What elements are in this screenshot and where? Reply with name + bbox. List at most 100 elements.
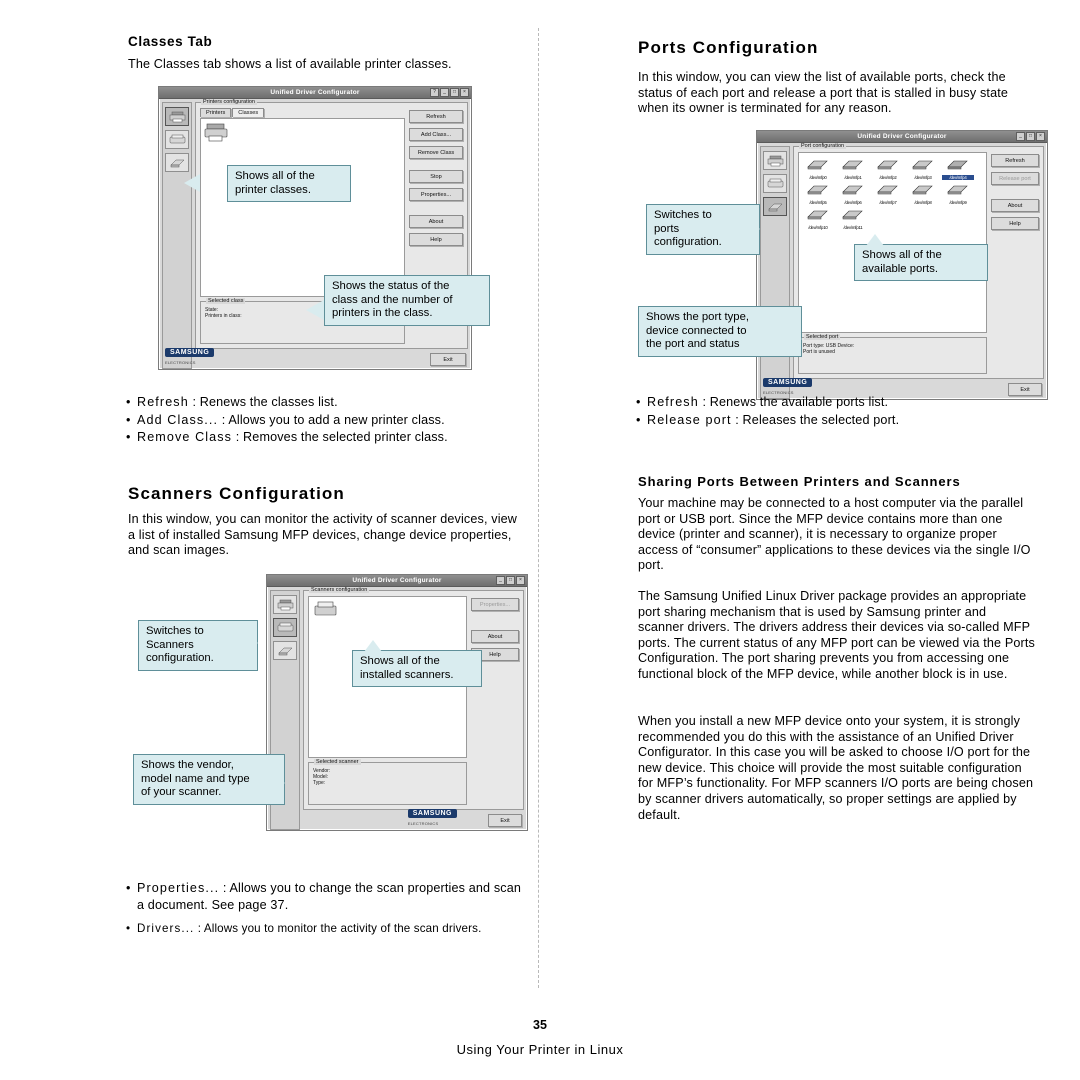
port-item-selected[interactable]: /dev/mfp4 <box>942 157 974 180</box>
bullet-refresh: Refresh : Renews the classes list. <box>126 394 546 411</box>
properties-button[interactable]: Properties... <box>471 598 519 611</box>
sidebar-item-ports[interactable] <box>165 153 189 172</box>
port-device-icon <box>807 160 828 170</box>
port-item[interactable]: /dev/mfp10 <box>802 207 834 230</box>
ports-icon <box>277 647 293 655</box>
exit-button[interactable]: Exit <box>488 814 522 827</box>
about-button[interactable]: About <box>471 630 519 643</box>
tab-printers[interactable]: Printers <box>200 108 232 117</box>
port-label: /dev/mfp10 <box>808 225 828 230</box>
port-item[interactable]: /dev/mfp5 <box>802 182 834 205</box>
bullet-properties: Properties... : Allows you to change the… <box>126 880 526 913</box>
selected-port-caption: Selected port <box>804 334 841 340</box>
port-device-icon <box>912 160 933 170</box>
port-item[interactable]: /dev/mfp6 <box>837 182 869 205</box>
callout-all-ports: Shows all of the available ports. <box>854 244 988 282</box>
ports-grid: /dev/mfp0 /dev/mfp1 /dev/mfp2 /dev/mfp3 … <box>799 153 986 234</box>
port-device-icon <box>807 185 828 195</box>
callout-port-type: Shows the port type, device connected to… <box>638 306 802 357</box>
refresh-button[interactable]: Refresh <box>991 154 1039 167</box>
scanner-icon <box>767 178 783 187</box>
port-device-icon <box>877 185 898 195</box>
brand-logo: SAMSUNG ELECTRONICS <box>165 341 215 365</box>
about-button[interactable]: About <box>409 215 463 228</box>
port-device-icon <box>842 160 863 170</box>
bullet-refresh-ports: Refresh : Renews the available ports lis… <box>636 394 1036 411</box>
window-title: Unified Driver Configurator <box>857 133 947 140</box>
sidebar-item-scanners[interactable] <box>763 174 787 193</box>
brand-logo: SAMSUNG ELECTRONICS <box>407 802 457 826</box>
port-device-icon <box>912 185 933 195</box>
minimize-icon[interactable]: _ <box>496 576 505 585</box>
port-item[interactable]: /dev/mfp2 <box>872 157 904 180</box>
callout-all-scanners: Shows all of the installed scanners. <box>352 650 482 688</box>
window-titlebar: Unified Driver Configurator ? _ □ × <box>159 87 471 99</box>
sidebar-item-ports[interactable] <box>763 197 787 216</box>
bullet-drivers: Drivers... : Allows you to monitor the a… <box>126 921 526 938</box>
callout-tail-vendor-model <box>269 774 285 792</box>
window-titlebar: Unified Driver Configurator _ □ × <box>267 575 527 587</box>
sharing-paragraph-2: The Samsung Unified Linux Driver package… <box>638 589 1035 681</box>
selected-class-caption: Selected class <box>206 298 246 304</box>
tab-classes[interactable]: Classes <box>232 108 265 117</box>
minimize-icon[interactable]: _ <box>440 88 449 97</box>
callout-classes-all: Shows all of the printer classes. <box>227 165 351 203</box>
sidebar-item-printers[interactable] <box>763 151 787 170</box>
configurator-sidebar <box>760 146 790 399</box>
sidebar-item-scanners[interactable] <box>273 618 297 637</box>
close-icon[interactable]: × <box>1036 132 1045 141</box>
brand-logo: SAMSUNG ELECTRONICS <box>763 371 813 395</box>
release-port-button[interactable]: Release port <box>991 172 1039 185</box>
port-label: /dev/mfp7 <box>879 200 897 205</box>
class-printer-icon[interactable] <box>204 122 230 142</box>
refresh-button[interactable]: Refresh <box>409 110 463 123</box>
sidebar-item-scanners[interactable] <box>165 130 189 149</box>
help-icon[interactable]: ? <box>430 88 439 97</box>
port-item[interactable]: /dev/mfp9 <box>942 182 974 205</box>
help-button[interactable]: Help <box>409 233 463 246</box>
scanners-bullet-list: Properties... : Allows you to change the… <box>126 880 526 939</box>
exit-button[interactable]: Exit <box>430 353 466 366</box>
callout-switches-scanners: Switches to Scanners configuration. <box>138 620 258 671</box>
sidebar-item-printers[interactable] <box>273 595 297 614</box>
port-item[interactable]: /dev/mfp8 <box>907 182 939 205</box>
sidebar-item-printers[interactable] <box>165 107 189 126</box>
scanners-configurator-window: Unified Driver Configurator _ □ × Scanne… <box>266 574 528 831</box>
window-title: Unified Driver Configurator <box>270 89 360 96</box>
brand-name: SAMSUNG <box>763 378 813 387</box>
scanner-device-icon[interactable] <box>313 601 339 621</box>
callout-tail-classes-all <box>184 174 200 192</box>
window-body: Printers configuration Printers Classes <box>159 99 471 372</box>
maximize-icon[interactable]: □ <box>450 88 459 97</box>
port-device-icon <box>947 160 968 170</box>
port-device-icon <box>877 160 898 170</box>
properties-button[interactable]: Properties... <box>409 188 463 201</box>
panel-caption: Printers configuration <box>201 99 257 105</box>
scanner-icon <box>277 622 293 631</box>
port-label: /dev/mfp11 <box>843 225 863 230</box>
port-item[interactable]: /dev/mfp0 <box>802 157 834 180</box>
close-icon[interactable]: × <box>460 88 469 97</box>
port-item[interactable]: /dev/mfp3 <box>907 157 939 180</box>
maximize-icon[interactable]: □ <box>1026 132 1035 141</box>
maximize-icon[interactable]: □ <box>506 576 515 585</box>
bullet-add-class: Add Class... : Allows you to add a new p… <box>126 412 546 429</box>
help-button[interactable]: Help <box>991 217 1039 230</box>
add-class-button[interactable]: Add Class... <box>409 128 463 141</box>
classes-bullet-list: Refresh : Renews the classes list. Add C… <box>126 394 546 447</box>
port-item[interactable]: /dev/mfp11 <box>837 207 869 230</box>
close-icon[interactable]: × <box>516 576 525 585</box>
port-status-field: Port is unused <box>803 349 835 355</box>
remove-class-button[interactable]: Remove Class <box>409 146 463 159</box>
sidebar-item-ports[interactable] <box>273 641 297 660</box>
stop-button[interactable]: Stop <box>409 170 463 183</box>
selected-scanner-caption: Selected scanner <box>314 759 361 765</box>
scanners-intro-paragraph: In this window, you can monitor the acti… <box>128 512 518 558</box>
minimize-icon[interactable]: _ <box>1016 132 1025 141</box>
about-button[interactable]: About <box>991 199 1039 212</box>
port-item[interactable]: /dev/mfp1 <box>837 157 869 180</box>
classes-configurator-window: Unified Driver Configurator ? _ □ × Prin… <box>158 86 490 372</box>
port-item[interactable]: /dev/mfp7 <box>872 182 904 205</box>
callout-tail-all-scanners <box>364 640 382 652</box>
ports-icon <box>767 203 783 211</box>
